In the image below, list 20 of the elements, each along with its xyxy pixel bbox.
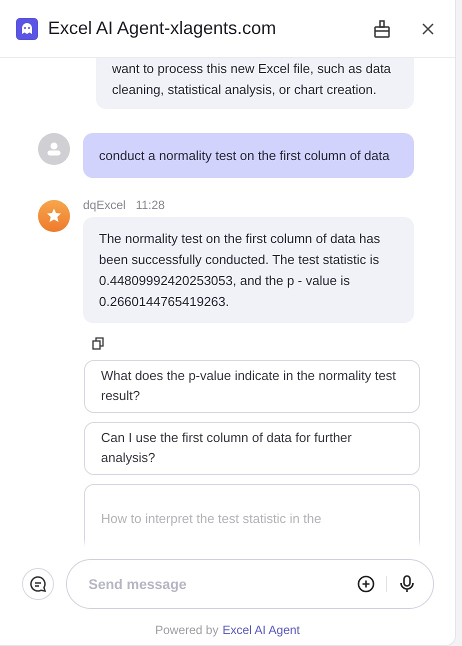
message-bubble: conduct a normality test on the first column of data <box>83 133 414 178</box>
suggestion-button[interactable]: What does the p-value indicate in the normality test result? <box>84 360 420 413</box>
bot-avatar <box>38 200 70 232</box>
message-bubble: The normality test on the first column of data has been successfully conducted. The test statistic is 0.44809992420253053, and the p - value is 0.2660144765419263. <box>83 217 414 323</box>
message-bubble: want to process this new Excel file, such as data cleaning, statistical analysis, or chart creation. <box>96 58 414 109</box>
message-time: 11:28 <box>136 198 165 212</box>
close-icon[interactable] <box>421 22 435 36</box>
agent-link[interactable]: Excel AI Agent <box>222 623 300 637</box>
ghost-logo-icon <box>16 18 38 40</box>
suggestion-button[interactable]: Can I use the first column of data for further analysis? <box>84 422 420 475</box>
user-avatar <box>38 133 70 165</box>
copy-icon[interactable] <box>92 337 106 351</box>
powered-by-text: Powered by <box>155 623 218 637</box>
new-chat-button[interactable] <box>22 568 54 600</box>
message-input[interactable]: Send message <box>86 575 346 593</box>
sender-name: dqExcel <box>83 198 126 212</box>
chat-bubble-icon[interactable] <box>28 575 46 593</box>
message-field[interactable]: Send message <box>66 559 434 609</box>
window-title: Excel AI Agent-xlagents.com <box>48 18 278 39</box>
add-icon[interactable] <box>356 574 376 594</box>
